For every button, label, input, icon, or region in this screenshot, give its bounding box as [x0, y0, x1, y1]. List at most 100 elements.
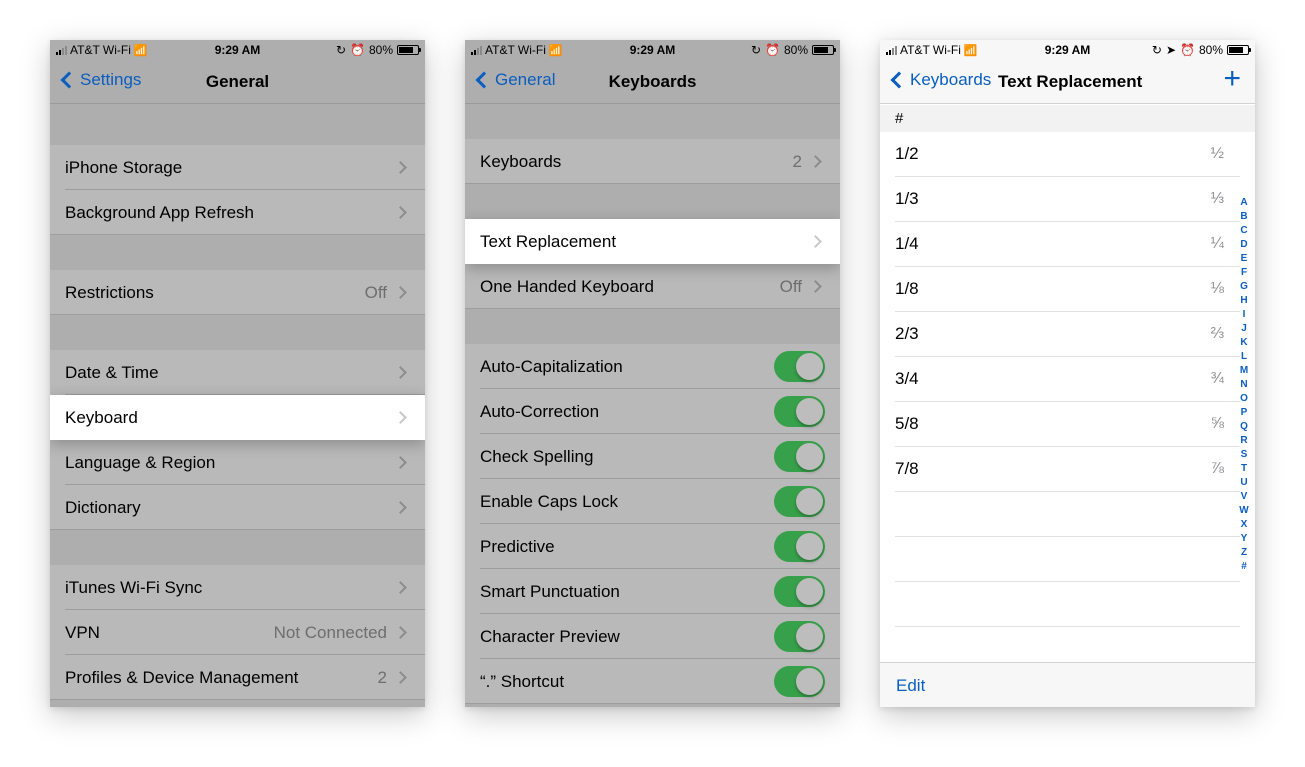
- row-label: iTunes Wi-Fi Sync: [65, 577, 203, 597]
- index-letter[interactable]: P: [1241, 406, 1248, 420]
- list-item[interactable]: 5/8 ⅝: [895, 402, 1240, 447]
- row-label: Auto-Capitalization: [480, 356, 623, 376]
- auto-capitalization-toggle[interactable]: [774, 351, 825, 382]
- index-letter[interactable]: J: [1241, 322, 1247, 336]
- caps-lock-toggle[interactable]: [774, 486, 825, 517]
- empty-row: [895, 537, 1240, 582]
- list-item[interactable]: 3/4 ¾: [895, 357, 1240, 402]
- index-letter[interactable]: S: [1241, 448, 1248, 462]
- text-replacement-screen: AT&T Wi-Fi 📶 9:29 AM ↻ ➤ ⏰ 80% Keyboards…: [880, 40, 1255, 707]
- index-letter[interactable]: K: [1240, 336, 1247, 350]
- battery-percent: 80%: [783, 43, 808, 57]
- row-text-replacement[interactable]: Text Replacement: [465, 219, 840, 264]
- row-background-app-refresh[interactable]: Background App Refresh: [50, 190, 425, 235]
- predictive-toggle[interactable]: [774, 531, 825, 562]
- status-bar: AT&T Wi-Fi 📶 9:29 AM ↻ ➤ ⏰ 80%: [880, 40, 1255, 60]
- row-label: Text Replacement: [480, 231, 617, 251]
- section-index[interactable]: A B C D E F G H I J K L M N O P Q R S T U V W X Y Z #: [1237, 196, 1251, 574]
- row-label: Date & Time: [65, 362, 159, 382]
- keyboards-screen: AT&T Wi-Fi 📶 9:29 AM ↻ ⏰ 80% General Key…: [465, 40, 840, 707]
- row-one-handed-keyboard[interactable]: One Handed Keyboard Off: [465, 264, 840, 309]
- battery-percent: 80%: [368, 43, 393, 57]
- index-letter[interactable]: L: [1241, 350, 1247, 364]
- nav-bar: Keyboards Text Replacement +: [880, 60, 1255, 104]
- phrase-text: ½: [1210, 145, 1224, 162]
- index-letter[interactable]: V: [1241, 490, 1248, 504]
- character-preview-toggle[interactable]: [774, 621, 825, 652]
- index-letter[interactable]: I: [1243, 308, 1246, 322]
- index-letter[interactable]: T: [1241, 462, 1247, 476]
- battery-icon: [397, 45, 421, 55]
- index-letter[interactable]: Q: [1240, 420, 1248, 434]
- index-letter[interactable]: D: [1240, 238, 1247, 252]
- row-date-time[interactable]: Date & Time: [50, 350, 425, 395]
- alarm-icon: ⏰: [350, 43, 365, 57]
- chevron-right-icon: [394, 161, 407, 174]
- index-letter[interactable]: #: [1241, 560, 1247, 574]
- phrase-text: ⅞: [1210, 460, 1224, 477]
- list-item[interactable]: 1/4 ¼: [895, 222, 1240, 267]
- index-letter[interactable]: U: [1240, 476, 1247, 490]
- phrase-text: ⅔: [1210, 325, 1224, 342]
- row-itunes-wifi-sync[interactable]: iTunes Wi-Fi Sync: [50, 565, 425, 610]
- empty-row: [895, 582, 1240, 627]
- list-item[interactable]: 1/3 ⅓: [895, 177, 1240, 222]
- auto-correction-toggle[interactable]: [774, 396, 825, 427]
- nav-bar: Settings General: [50, 60, 425, 104]
- location-icon: ➤: [1165, 43, 1177, 57]
- check-spelling-toggle[interactable]: [774, 441, 825, 472]
- back-button[interactable]: Keyboards: [888, 70, 991, 90]
- edit-button[interactable]: Edit: [896, 676, 925, 696]
- list-item[interactable]: 1/2 ½: [895, 132, 1240, 177]
- index-letter[interactable]: H: [1240, 294, 1247, 308]
- chevron-right-icon: [394, 501, 407, 514]
- row-label: Smart Punctuation: [480, 581, 620, 601]
- row-detail: Off: [364, 282, 387, 302]
- row-keyboard[interactable]: Keyboard: [50, 395, 425, 440]
- nav-bar: General Keyboards: [465, 60, 840, 104]
- period-shortcut-toggle[interactable]: [774, 666, 825, 697]
- row-vpn[interactable]: VPN Not Connected: [50, 610, 425, 655]
- index-letter[interactable]: B: [1240, 210, 1247, 224]
- index-letter[interactable]: F: [1241, 266, 1247, 280]
- row-restrictions[interactable]: Restrictions Off: [50, 270, 425, 315]
- list-item[interactable]: 2/3 ⅔: [895, 312, 1240, 357]
- index-letter[interactable]: N: [1240, 378, 1247, 392]
- row-detail: 2: [377, 667, 387, 687]
- index-letter[interactable]: W: [1239, 504, 1248, 518]
- chevron-right-icon: [394, 286, 407, 299]
- row-language-region[interactable]: Language & Region: [50, 440, 425, 485]
- chevron-right-icon: [394, 206, 407, 219]
- phrase-text: ⅛: [1210, 280, 1224, 297]
- row-dictionary[interactable]: Dictionary: [50, 485, 425, 530]
- wifi-icon: 📶: [548, 44, 563, 57]
- row-predictive: Predictive: [465, 524, 840, 569]
- row-keyboards[interactable]: Keyboards 2: [465, 139, 840, 184]
- index-letter[interactable]: A: [1240, 196, 1247, 210]
- list-item[interactable]: 7/8 ⅞: [895, 447, 1240, 492]
- shortcut-text: 1/8: [895, 279, 919, 298]
- index-letter[interactable]: Z: [1241, 546, 1247, 560]
- shortcut-text: 3/4: [895, 369, 919, 388]
- smart-punctuation-toggle[interactable]: [774, 576, 825, 607]
- list-item[interactable]: 1/8 ⅛: [895, 267, 1240, 312]
- index-letter[interactable]: X: [1241, 518, 1248, 532]
- row-profiles[interactable]: Profiles & Device Management 2: [50, 655, 425, 700]
- index-letter[interactable]: C: [1240, 224, 1247, 238]
- empty-row: [895, 492, 1240, 537]
- index-letter[interactable]: Y: [1241, 532, 1248, 546]
- plus-icon[interactable]: +: [1223, 64, 1241, 94]
- row-iphone-storage[interactable]: iPhone Storage: [50, 145, 425, 190]
- battery-icon: [812, 45, 836, 55]
- row-label: Dictionary: [65, 497, 141, 517]
- shortcut-text: 5/8: [895, 414, 919, 433]
- index-letter[interactable]: O: [1240, 392, 1248, 406]
- phrase-text: ⅓: [1210, 190, 1224, 207]
- index-letter[interactable]: E: [1241, 252, 1248, 266]
- index-letter[interactable]: G: [1240, 280, 1248, 294]
- carrier-label: AT&T Wi-Fi: [900, 43, 961, 57]
- row-label: Enable Caps Lock: [480, 491, 618, 511]
- index-letter[interactable]: R: [1240, 434, 1247, 448]
- chevron-right-icon: [809, 280, 822, 293]
- index-letter[interactable]: M: [1240, 364, 1248, 378]
